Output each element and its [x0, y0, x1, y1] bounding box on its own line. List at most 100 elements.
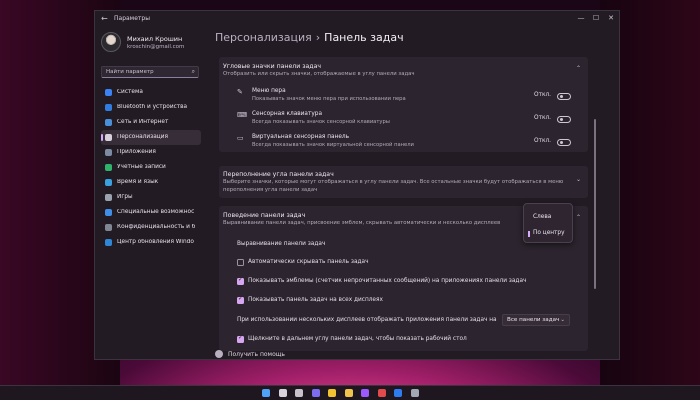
- sidebar-item[interactable]: Учетные записи: [101, 160, 201, 175]
- brush-icon: [105, 134, 112, 141]
- row-subtitle: Показывать значок меню пера при использо…: [252, 96, 406, 102]
- chrome-icon[interactable]: [328, 389, 336, 397]
- sidebar-item[interactable]: Специальные возможнос: [101, 205, 201, 220]
- sidebar-item-label: Система: [117, 89, 143, 95]
- sidebar-nav: Система Bluetooth и устройства Сеть и Инте…: [101, 85, 201, 250]
- select-value: Все панели задач: [507, 317, 560, 323]
- touchpad-icon: ▭: [237, 134, 244, 142]
- sidebar-item-label: Bluetooth и устройства: [117, 104, 188, 110]
- auto-hide-checkbox[interactable]: [237, 259, 244, 266]
- profile-name: Михаил Крошин: [127, 35, 183, 43]
- sidebar-item-label: Персонализация: [117, 134, 168, 140]
- pen-menu-row: ✎ Меню пера Показывать значок меню пера …: [219, 85, 588, 105]
- breadcrumb: Персонализация › Панель задач: [215, 31, 404, 44]
- chevron-up-icon[interactable]: ⌃: [576, 214, 581, 221]
- sidebar-item[interactable]: Bluetooth и устройства: [101, 100, 201, 115]
- row-title: Сенсорная клавиатура: [252, 111, 323, 117]
- chat-icon[interactable]: [311, 389, 320, 397]
- all-displays-checkbox[interactable]: [237, 295, 244, 304]
- search-placeholder: Найти параметр: [106, 69, 154, 75]
- multi-display-select[interactable]: Все панели задач ⌄: [502, 314, 570, 326]
- close-icon[interactable]: ✕: [605, 14, 617, 22]
- badges-checkbox[interactable]: [237, 276, 244, 285]
- sidebar-item[interactable]: Персонализация: [101, 130, 201, 145]
- search-icon: ⌕: [191, 68, 195, 75]
- chevron-down-icon: ⌄: [560, 317, 565, 323]
- sidebar-item[interactable]: Игры: [101, 190, 201, 205]
- sidebar-item[interactable]: Время и язык: [101, 175, 201, 190]
- sidebar-item[interactable]: Центр обновления Windo: [101, 235, 201, 250]
- task-view-icon[interactable]: [295, 389, 303, 397]
- corner-click-checkbox[interactable]: [237, 334, 244, 343]
- photoshop-icon[interactable]: [394, 389, 402, 397]
- card-subtitle: Отобразить или скрыть значки, отображаем…: [223, 71, 415, 77]
- search-taskbar-icon[interactable]: [278, 389, 287, 397]
- pen-menu-toggle[interactable]: [557, 93, 571, 100]
- scrollbar-thumb[interactable]: [594, 119, 596, 289]
- profile-email: kroschin@gmail.com: [127, 44, 185, 50]
- bluetooth-icon: [105, 104, 112, 111]
- alignment-label: Выравнивание панели задач: [237, 241, 326, 247]
- window-title: Параметры: [114, 15, 150, 22]
- sidebar-item-label: Игры: [117, 194, 133, 200]
- touch-keyboard-row: ⌨ Сенсорная клавиатура Всегда показывать…: [219, 108, 588, 128]
- folder-icon[interactable]: [344, 389, 353, 397]
- row-title: Меню пера: [252, 88, 286, 94]
- settings-gear-icon[interactable]: [410, 389, 419, 397]
- scrollbar[interactable]: [594, 59, 597, 357]
- virtual-touchpad-toggle[interactable]: [557, 139, 571, 146]
- card-subtitle-line-2: переполнения угла панели задач: [223, 187, 318, 193]
- sidebar-item-label: Учетные записи: [117, 164, 166, 170]
- alignment-option-left[interactable]: Слева: [533, 214, 551, 220]
- checkbox-label: Щелкните в дальнем углу панели задач, чт…: [248, 336, 467, 342]
- back-arrow-icon[interactable]: ←: [101, 14, 108, 23]
- multi-display-label: При использовании нескольких дисплеев от…: [237, 317, 497, 323]
- globe-time-icon: [105, 179, 112, 186]
- corner-icons-header[interactable]: Угловые значки панели задач Отобразить и…: [219, 57, 588, 81]
- toggle-state: Откл.: [534, 115, 551, 121]
- alignment-dropdown: Слева По центру: [523, 203, 573, 243]
- network-icon: [105, 119, 112, 126]
- sidebar-item[interactable]: Конфиденциальность и б: [101, 220, 201, 235]
- card-title: Угловые значки панели задач: [223, 63, 322, 70]
- virtual-touchpad-row: ▭ Виртуальная сенсорная панель Всегда по…: [219, 131, 588, 151]
- taskbar: [0, 385, 700, 400]
- settings-window: ← Параметры — ☐ ✕ Михаил Крошин kroschin…: [94, 10, 620, 360]
- alignment-option-center[interactable]: По центру: [528, 230, 565, 237]
- avatar[interactable]: [101, 32, 121, 52]
- breadcrumb-parent[interactable]: Персонализация: [215, 31, 312, 44]
- checkbox-label: Показывать эмблемы (счетчик непрочитанны…: [248, 278, 527, 284]
- touch-keyboard-toggle[interactable]: [557, 116, 571, 123]
- card-subtitle-line-1: Выберите значки, которые могут отображат…: [223, 179, 564, 185]
- row-title: Виртуальная сенсорная панель: [252, 134, 350, 140]
- overflow-card[interactable]: Переполнение угла панели задач Выберите …: [219, 166, 588, 198]
- sidebar-item[interactable]: Сеть и Интернет: [101, 115, 201, 130]
- title-bar: ← Параметры — ☐ ✕: [95, 11, 619, 28]
- sidebar-item[interactable]: Приложения: [101, 145, 201, 160]
- chevron-up-icon[interactable]: ⌃: [576, 65, 581, 72]
- record-icon[interactable]: [377, 389, 386, 397]
- sidebar-item-label: Сеть и Интернет: [117, 119, 169, 125]
- sidebar-item-label: Центр обновления Windo: [117, 239, 194, 245]
- get-help-link[interactable]: Получить помощь: [228, 351, 285, 358]
- windows-start-icon[interactable]: [262, 389, 270, 397]
- checkbox-label: Автоматически скрывать панель задач: [248, 259, 369, 265]
- search-input[interactable]: Найти параметр ⌕: [101, 66, 199, 78]
- toggle-state: Откл.: [534, 138, 551, 144]
- page-title: Панель задач: [324, 31, 404, 44]
- system-icon: [105, 89, 112, 96]
- gamepad-icon: [105, 194, 112, 201]
- toggle-state: Откл.: [534, 92, 551, 98]
- sidebar-item-label: Специальные возможнос: [117, 209, 195, 215]
- premiere-icon[interactable]: [361, 389, 369, 397]
- update-icon: [105, 239, 112, 246]
- chevron-down-icon[interactable]: ⌄: [576, 176, 581, 183]
- card-title: Поведение панели задач: [223, 212, 306, 219]
- pen-icon: ✎: [237, 88, 243, 96]
- minimize-icon[interactable]: —: [575, 14, 587, 22]
- card-subtitle: Выравнивание панели задач, присвоение эм…: [223, 220, 501, 226]
- corner-icons-card: Угловые значки панели задач Отобразить и…: [219, 57, 588, 152]
- maximize-icon[interactable]: ☐: [590, 14, 602, 22]
- sidebar-item[interactable]: Система: [101, 85, 201, 100]
- row-subtitle: Всегда показывать значок сенсорной клави…: [252, 119, 390, 125]
